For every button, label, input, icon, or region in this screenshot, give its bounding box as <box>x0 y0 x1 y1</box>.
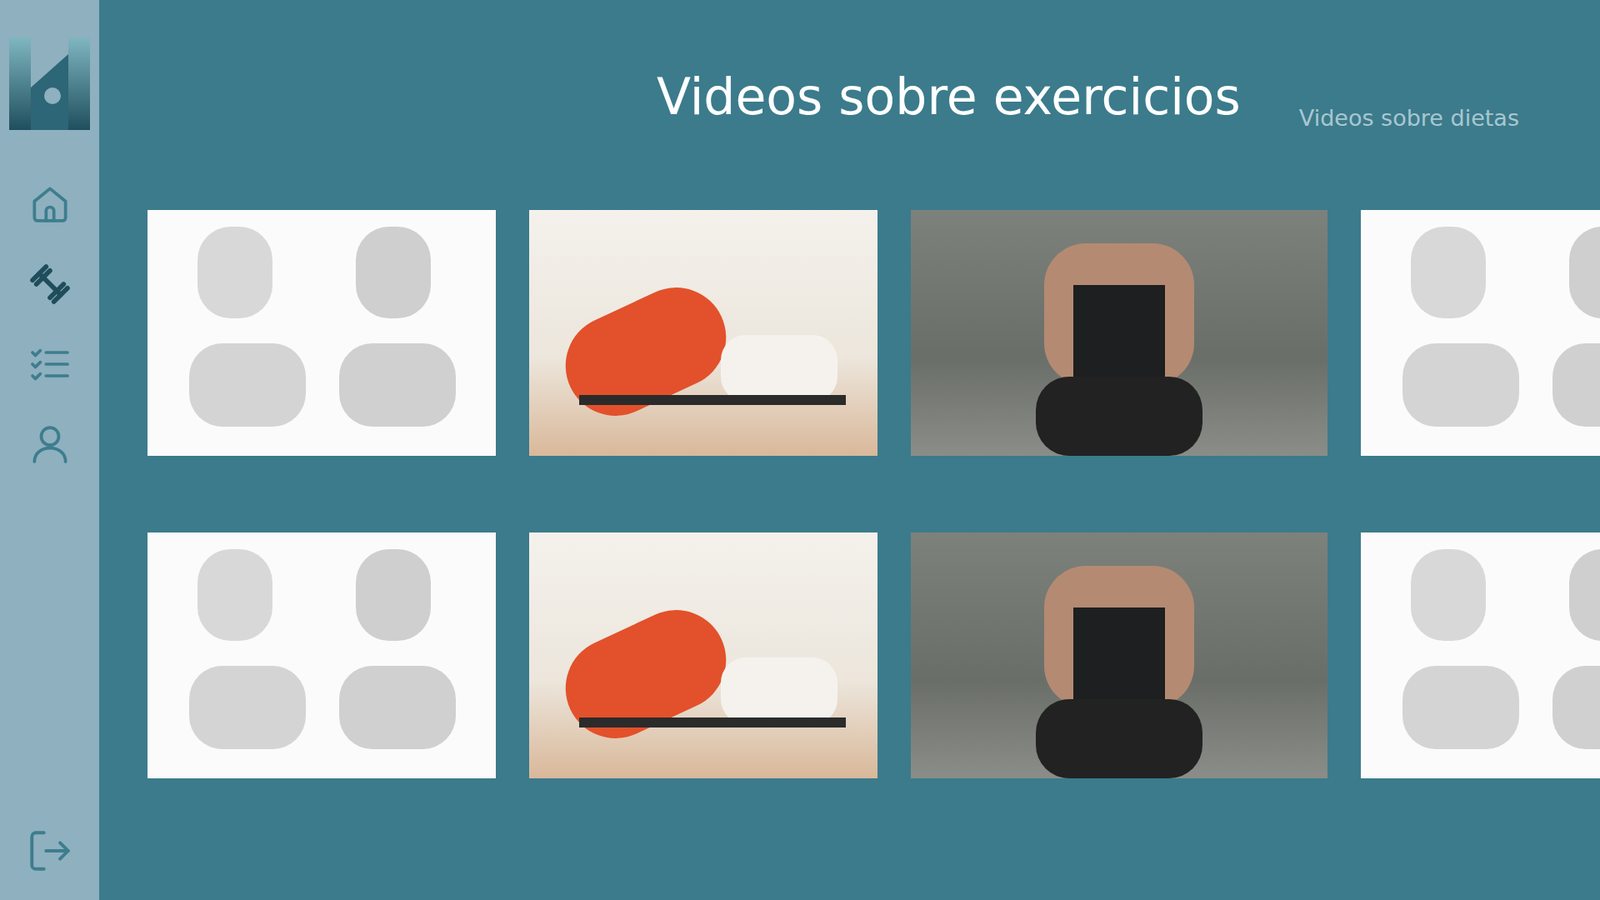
video-grid <box>99 210 1600 779</box>
sidebar-item[interactable] <box>25 180 75 229</box>
picture-shape <box>1552 343 1600 427</box>
picture-shape <box>1073 607 1165 700</box>
user-icon <box>26 420 74 468</box>
main-content: Videos sobre exercicios Videos sobre die… <box>99 0 1600 900</box>
picture-shape <box>720 657 838 725</box>
video-thumbnail[interactable] <box>910 532 1328 779</box>
picture-shape <box>189 665 306 750</box>
picture-shape <box>1410 549 1486 641</box>
picture-shape <box>549 593 743 755</box>
picture-shape <box>1410 226 1486 319</box>
sidebar <box>0 0 100 900</box>
sidebar-item[interactable] <box>25 260 75 309</box>
sidebar-nav <box>25 180 75 469</box>
diet-videos-link[interactable]: Videos sobre dietas <box>1299 63 1520 131</box>
picture-shape <box>1035 376 1203 456</box>
picture-shape <box>579 395 846 405</box>
picture-shape <box>1073 285 1165 377</box>
picture-shape <box>1035 699 1203 779</box>
video-row <box>147 532 1600 779</box>
logo-icon <box>9 37 90 130</box>
picture-shape <box>355 226 431 319</box>
sidebar-item[interactable] <box>25 340 75 389</box>
dumbbell-icon <box>26 260 74 308</box>
video-row <box>147 210 1600 456</box>
sidebar-item[interactable] <box>25 420 75 469</box>
picture-shape <box>1552 665 1600 750</box>
logout-icon[interactable] <box>25 826 75 875</box>
picture-shape <box>1402 665 1520 750</box>
video-thumbnail[interactable] <box>147 210 496 456</box>
picture-shape <box>355 549 431 641</box>
picture-shape <box>579 717 846 728</box>
picture-shape <box>339 343 456 427</box>
picture-shape <box>549 270 743 432</box>
video-thumbnail[interactable] <box>1360 210 1600 456</box>
video-thumbnail[interactable] <box>529 532 878 779</box>
video-thumbnail[interactable] <box>1360 532 1600 779</box>
video-thumbnail[interactable] <box>147 532 496 779</box>
video-thumbnail[interactable] <box>910 210 1328 456</box>
picture-shape <box>720 335 838 402</box>
checklist-icon <box>26 340 74 388</box>
picture-shape <box>1569 549 1600 641</box>
picture-shape <box>339 665 456 750</box>
home-icon <box>26 180 74 228</box>
page-title: Videos sobre exercicios <box>656 67 1241 126</box>
picture-shape <box>197 549 273 641</box>
video-thumbnail[interactable] <box>529 210 878 456</box>
picture-shape <box>1402 343 1520 427</box>
picture-shape <box>1569 226 1600 319</box>
header: Videos sobre exercicios Videos sobre die… <box>99 0 1600 194</box>
picture-shape <box>189 343 306 427</box>
picture-shape <box>197 226 273 319</box>
